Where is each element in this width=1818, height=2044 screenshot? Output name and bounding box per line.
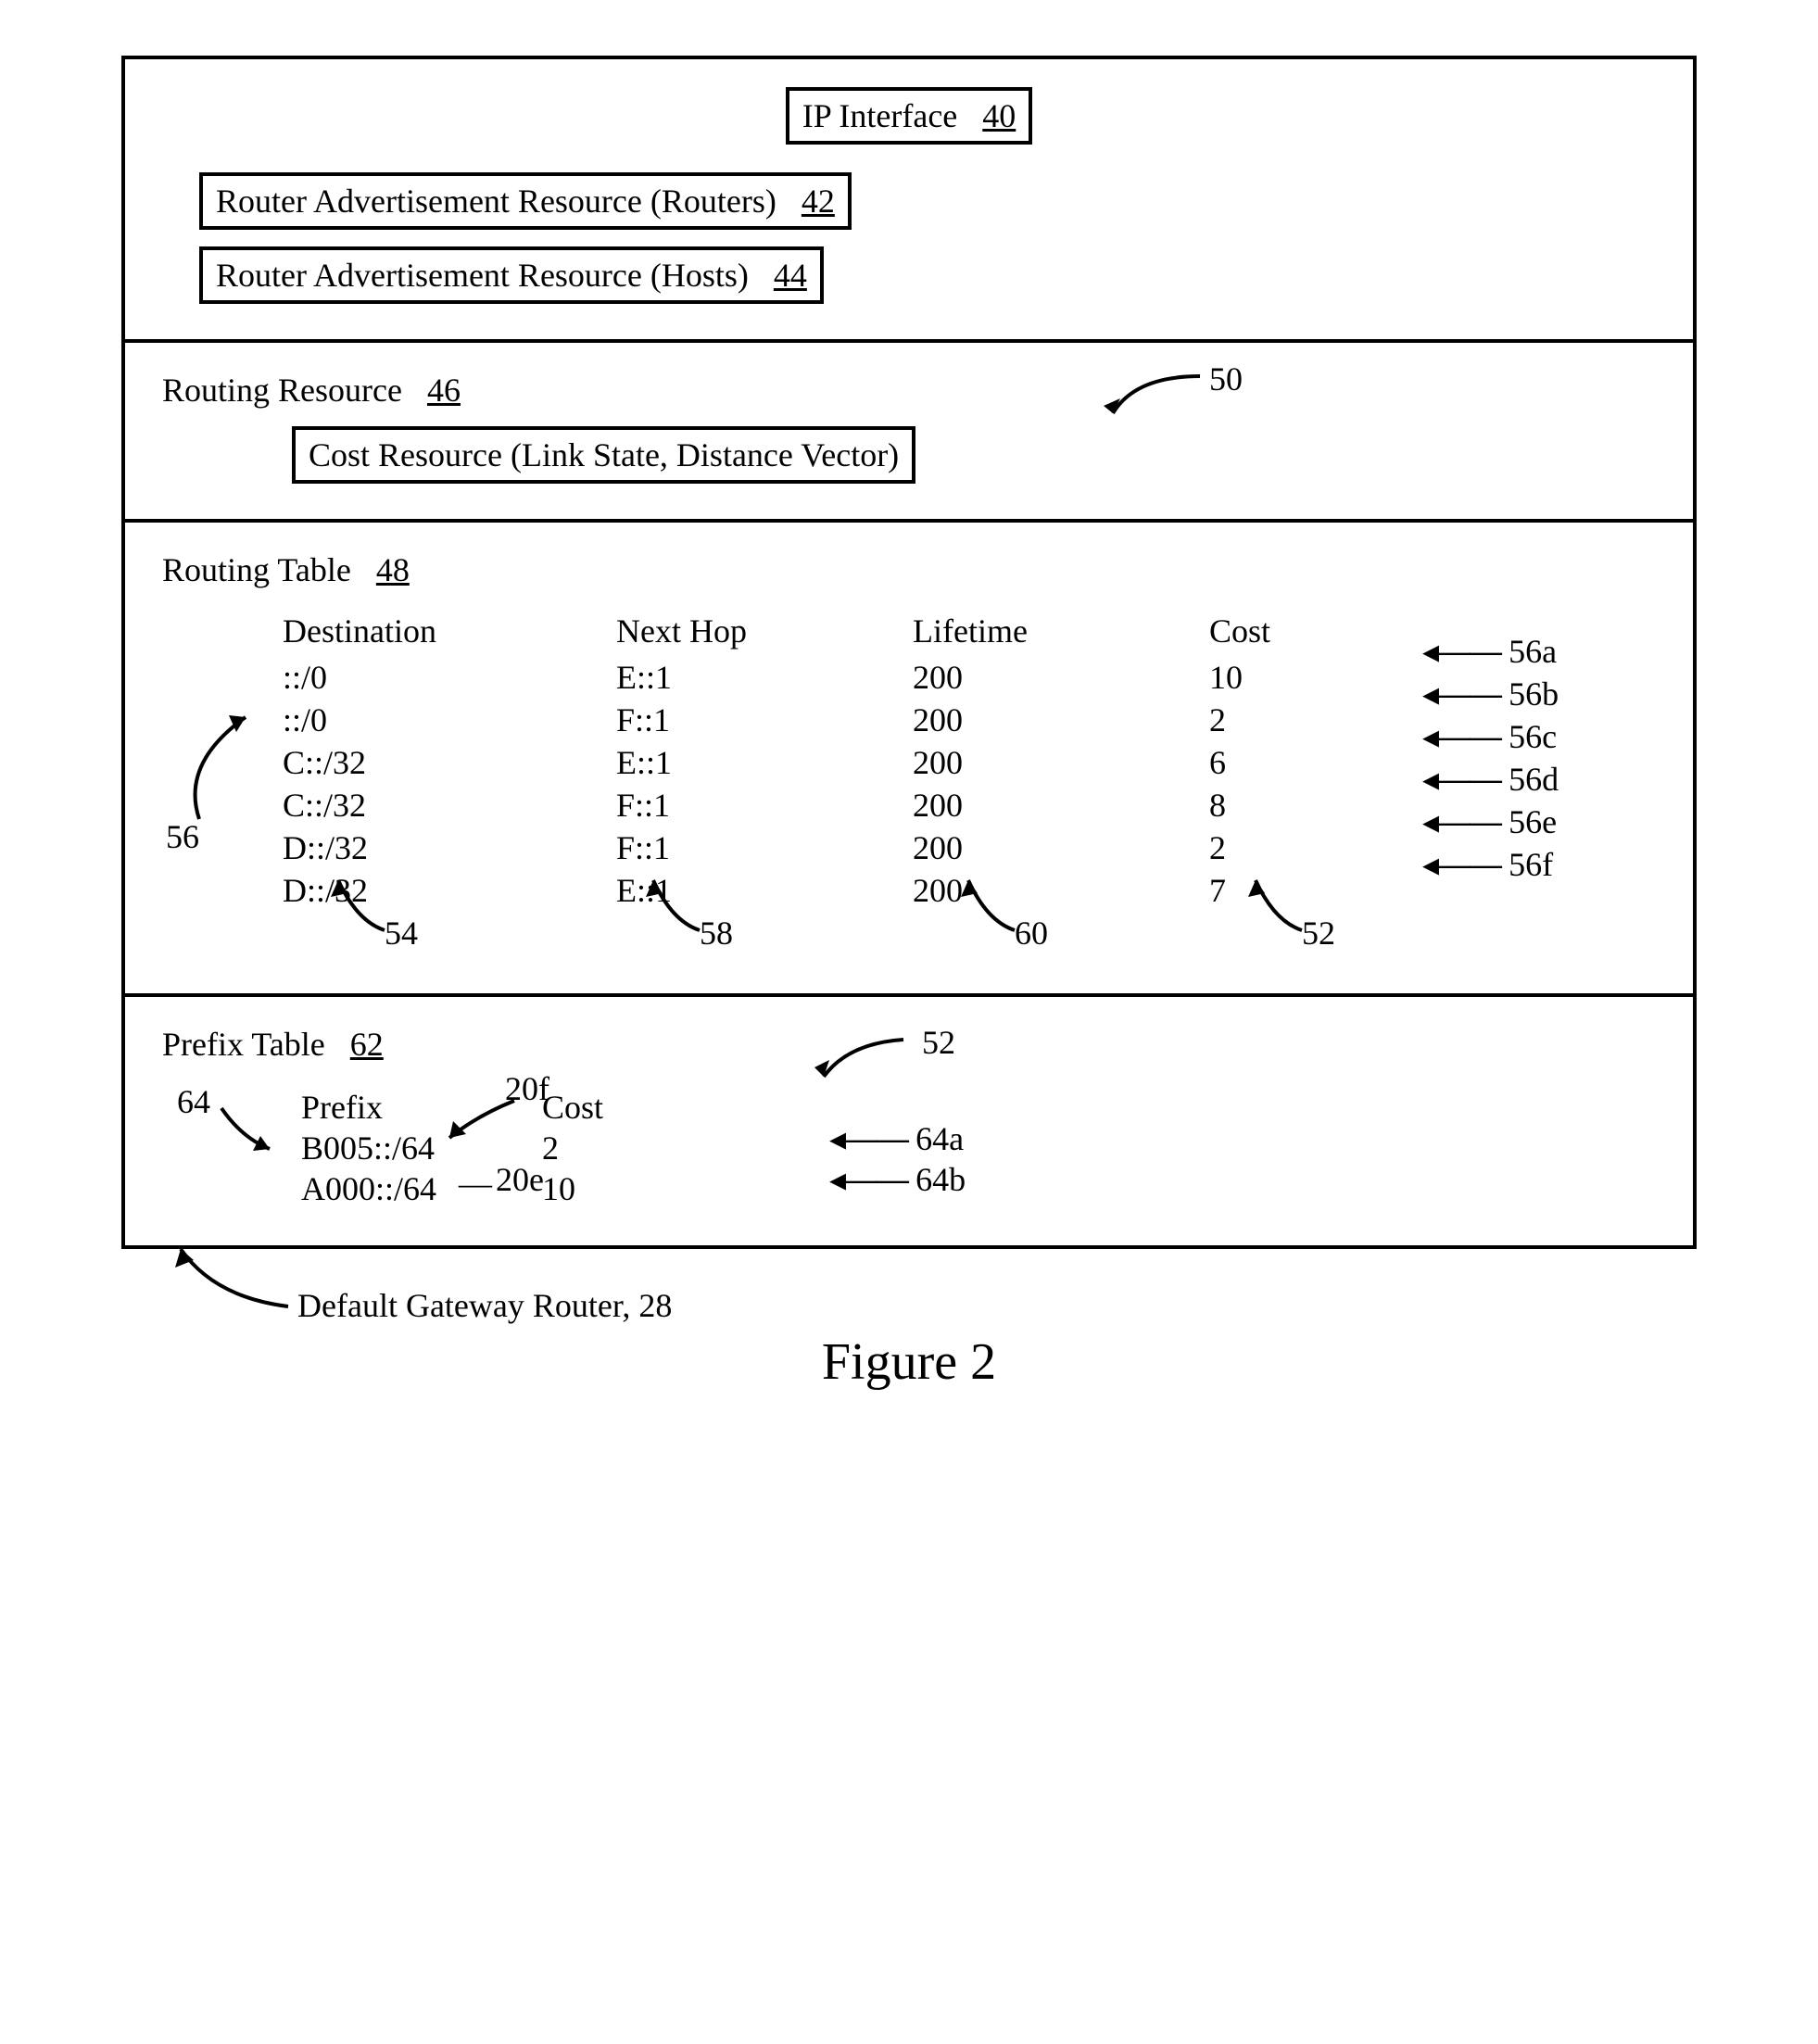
callout-52: 52 (1302, 914, 1335, 953)
routing-resource-ref: 46 (427, 372, 461, 409)
row-anno-64b: ◂—— 64b (829, 1160, 966, 1199)
callout-50: 50 (1209, 360, 1243, 398)
cell-life: 200 (913, 743, 1209, 782)
cell-cost: 2 (1209, 700, 1395, 739)
cell-next: F::1 (616, 700, 913, 739)
row-anno-56a: ◂—— 56a (1422, 632, 1557, 671)
rar-routers-ref: 42 (802, 183, 835, 220)
section-interfaces: IP Interface 40 Router Advertisement Res… (125, 59, 1693, 343)
figure-caption: Figure 2 (37, 1332, 1781, 1392)
rar-hosts-box: Router Advertisement Resource (Hosts) 44 (199, 246, 824, 304)
cell-dest: ::/0 (283, 700, 616, 739)
col-cost: Cost (1209, 612, 1395, 650)
callout-60: 60 (1015, 914, 1048, 953)
callout-52b-arrow (811, 1034, 922, 1085)
cell-next: E::1 (616, 658, 913, 697)
prefix-table-ref: 62 (350, 1026, 384, 1063)
pcol-cost: Cost (542, 1088, 727, 1127)
arrow-left-icon: ◂—— (1422, 632, 1500, 670)
rar-hosts-label: Router Advertisement Resource (Hosts) (216, 257, 749, 294)
cell-dest: C::/32 (283, 743, 616, 782)
cell-life: 200 (913, 658, 1209, 697)
pcell-cost: 10 (542, 1169, 727, 1208)
prefix-table-title: Prefix Table (162, 1026, 325, 1063)
cell-next: F::1 (616, 828, 913, 867)
arrow-left-icon: ◂—— (1422, 675, 1500, 713)
cost-resource-box: Cost Resource (Link State, Distance Vect… (292, 426, 915, 484)
callout-56-arrow (162, 708, 273, 828)
callout-20f-arrow (440, 1097, 524, 1143)
row-anno-56c: ◂—— 56c (1422, 717, 1557, 756)
cell-dest: D::/32 (283, 828, 616, 867)
callout-64-arrow (214, 1101, 279, 1156)
footer-label: Default Gateway Router, 28 (297, 1286, 672, 1325)
callout-56: 56 (166, 817, 199, 856)
arrow-left-icon: ◂—— (829, 1119, 907, 1157)
ip-interface-label: IP Interface (802, 97, 958, 134)
row-anno-56b: ◂—— 56b (1422, 675, 1559, 713)
cell-life: 200 (913, 786, 1209, 825)
section-prefix-table: Prefix Table 62 Prefix Cost B005::/64 2 … (125, 997, 1693, 1245)
section-routing-resource: Routing Resource 46 Cost Resource (Link … (125, 343, 1693, 523)
callout-64: 64 (177, 1082, 210, 1121)
routing-table-ref: 48 (376, 551, 410, 588)
row-anno-56e: ◂—— 56e (1422, 802, 1557, 841)
arrow-left-icon: ◂—— (1422, 802, 1500, 840)
row-anno-64a: ◂—— 64a (829, 1119, 964, 1158)
col-dest: Destination (283, 612, 616, 650)
footer-arrow (158, 1242, 307, 1316)
cell-next: E::1 (616, 743, 913, 782)
ip-interface-box: IP Interface 40 (786, 87, 1033, 145)
row-anno-56d: ◂—— 56d (1422, 760, 1559, 799)
routing-resource-title: Routing Resource (162, 372, 402, 409)
cell-dest: C::/32 (283, 786, 616, 825)
cell-dest: ::/0 (283, 658, 616, 697)
rar-hosts-ref: 44 (774, 257, 807, 294)
rar-routers-label: Router Advertisement Resource (Routers) (216, 183, 776, 220)
callout-52b: 52 (922, 1023, 955, 1062)
cost-resource-label: Cost Resource (Link State, Distance Vect… (309, 436, 899, 473)
callout-20e-conn: — (459, 1164, 492, 1203)
cell-cost: 10 (1209, 658, 1395, 697)
cell-cost: 6 (1209, 743, 1395, 782)
arrow-left-icon: ◂—— (829, 1160, 907, 1198)
callout-58: 58 (700, 914, 733, 953)
section-routing-table: Routing Table 48 Destination Next Hop Li… (125, 523, 1693, 997)
ip-interface-ref: 40 (982, 97, 1016, 134)
cell-life: 200 (913, 828, 1209, 867)
row-anno-56f: ◂—— 56f (1422, 845, 1553, 884)
rar-routers-box: Router Advertisement Resource (Routers) … (199, 172, 852, 230)
arrow-left-icon: ◂—— (1422, 845, 1500, 883)
cell-cost: 2 (1209, 828, 1395, 867)
cell-cost: 8 (1209, 786, 1395, 825)
routing-table-title: Routing Table (162, 551, 351, 588)
router-diagram-frame: IP Interface 40 Router Advertisement Res… (121, 56, 1697, 1249)
pcell-cost: 2 (542, 1129, 727, 1167)
cell-life: 200 (913, 700, 1209, 739)
col-life: Lifetime (913, 612, 1209, 650)
callout-54: 54 (385, 914, 418, 953)
cell-next: F::1 (616, 786, 913, 825)
callout-20e: 20e (496, 1160, 544, 1199)
col-next: Next Hop (616, 612, 913, 650)
arrow-left-icon: ◂—— (1422, 717, 1500, 755)
arrow-left-icon: ◂—— (1422, 760, 1500, 798)
